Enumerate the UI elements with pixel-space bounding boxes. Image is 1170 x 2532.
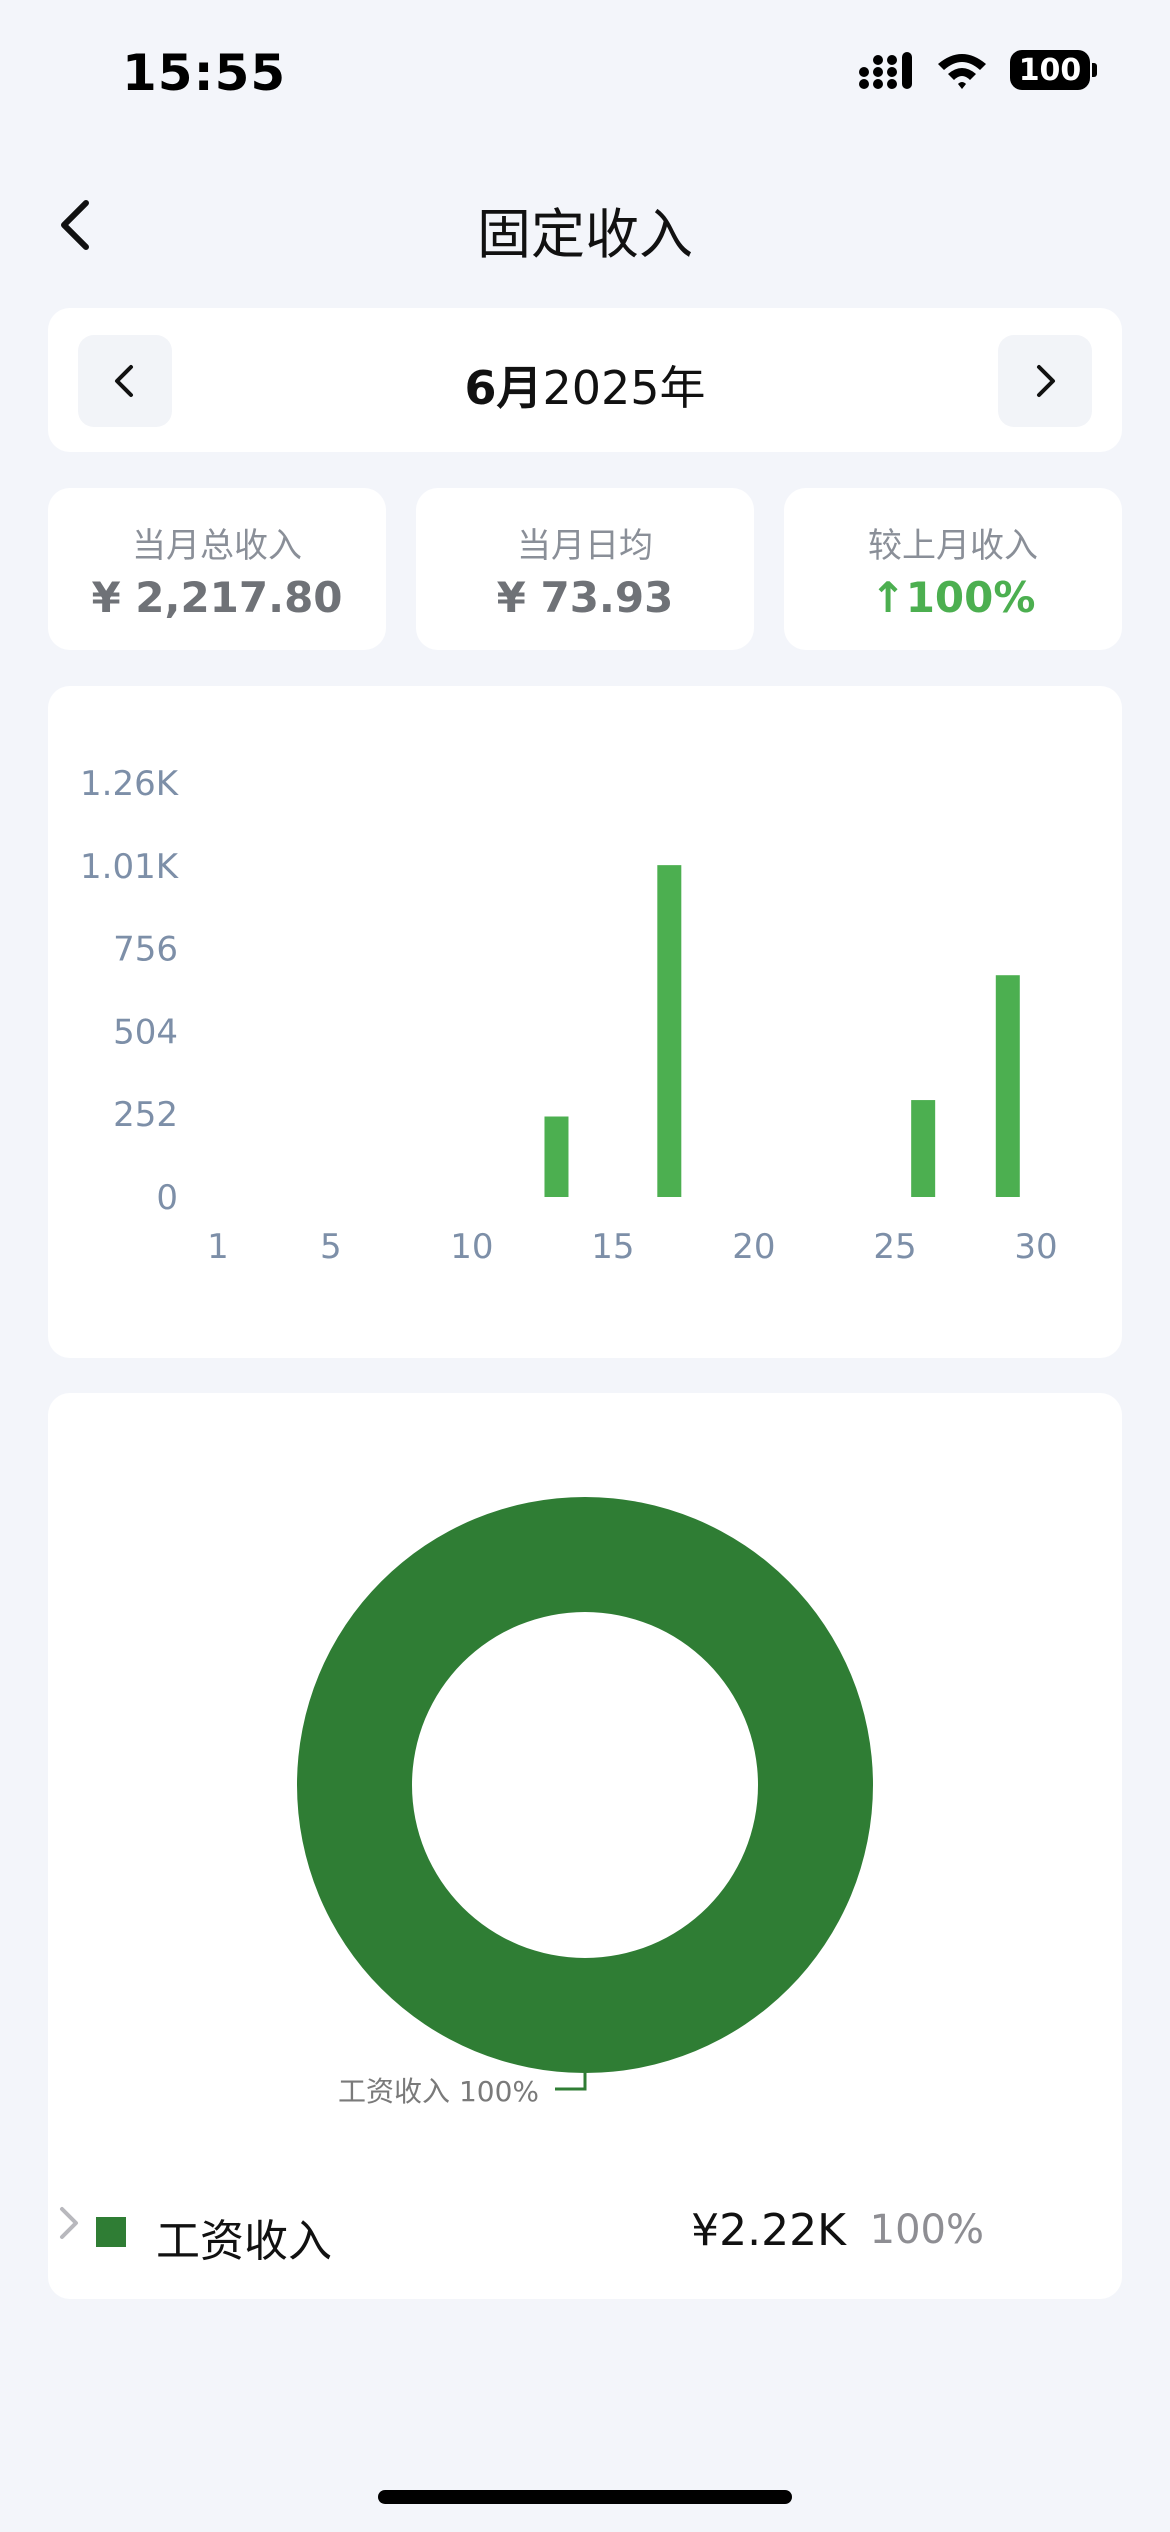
income-bar[interactable] <box>995 975 1020 1197</box>
x-tick-label: 30 <box>1014 1227 1057 1267</box>
chevron-right-icon <box>60 2207 78 2239</box>
x-tick-label: 15 <box>591 1227 634 1267</box>
chevron-right-icon <box>1037 365 1055 397</box>
wifi-icon <box>938 54 986 89</box>
stat-label: 当月总收入 <box>132 526 302 566</box>
next-month-button[interactable] <box>998 335 1092 427</box>
y-tick-label: 1.01K <box>80 847 180 887</box>
slice-label: 工资收入 100% <box>338 2075 539 2108</box>
income-bar[interactable] <box>911 1100 936 1197</box>
stat-card-month-change: 较上月收入 ↑100% <box>784 488 1122 650</box>
y-tick-label: 0 <box>156 1178 178 1218</box>
month-selector: 6月2025年 <box>48 308 1122 452</box>
donut-slice[interactable] <box>297 1497 873 2073</box>
x-tick-label: 25 <box>873 1227 916 1267</box>
donut-chart-svg: 工资收入 100% <box>297 1497 873 2108</box>
month-value: 6月 <box>464 361 543 415</box>
year-value: 2025年 <box>542 361 706 415</box>
legend-name: 工资收入 <box>156 2216 332 2267</box>
cellular-signal-icon <box>859 52 912 89</box>
battery-icon: 100 <box>1010 50 1097 90</box>
stat-card-daily-average: 当月日均 ¥ 73.93 <box>416 488 754 650</box>
slice-label-leader-line <box>555 2073 587 2091</box>
bar-chart-svg: 02525047561.01K1.26K1 5 10 15 20 25 30 <box>80 764 1058 1267</box>
stat-value: ¥ 2,217.80 <box>91 573 343 622</box>
x-tick-label: 5 <box>320 1227 342 1267</box>
battery-level: 100 <box>1018 52 1082 88</box>
income-bar[interactable] <box>657 865 682 1197</box>
income-bar[interactable] <box>544 1116 569 1198</box>
income-category-donut-card: 工资收入 100% 工资收入 ¥2.22K 100% <box>48 1393 1122 2299</box>
legend-amount: ¥2.22K <box>691 2205 846 2256</box>
home-indicator <box>378 2490 792 2504</box>
daily-income-bar-chart: 0 252 504 756 1.01K 1.26K 1 5 10 15 20 25 30 <box>48 686 1122 1358</box>
month-label: 6月2025年 <box>48 352 1122 418</box>
stat-label: 较上月收入 <box>868 526 1038 566</box>
stat-value: ¥ 73.93 <box>496 573 674 622</box>
x-tick-label: 1 <box>207 1227 229 1267</box>
legend-swatch <box>96 2217 126 2247</box>
status-time: 15:55 <box>122 44 287 102</box>
stat-value: ↑100% <box>870 573 1036 622</box>
status-icons: 100 <box>858 50 1097 90</box>
legend-percent: 100% <box>869 2207 984 2253</box>
y-tick-label: 504 <box>113 1012 178 1052</box>
x-tick-label: 20 <box>732 1227 775 1267</box>
page-title: 固定收入 <box>477 203 693 266</box>
legend-item-salary[interactable]: 工资收入 ¥2.22K 100% <box>48 2203 1122 2267</box>
y-tick-label: 1.26K <box>80 764 180 804</box>
x-tick-label: 10 <box>450 1227 493 1267</box>
y-tick-label: 756 <box>113 930 178 970</box>
y-tick-label: 252 <box>113 1095 178 1135</box>
stat-card-total: 当月总收入 ¥ 2,217.80 <box>48 488 386 650</box>
stat-label: 当月日均 <box>517 526 653 566</box>
